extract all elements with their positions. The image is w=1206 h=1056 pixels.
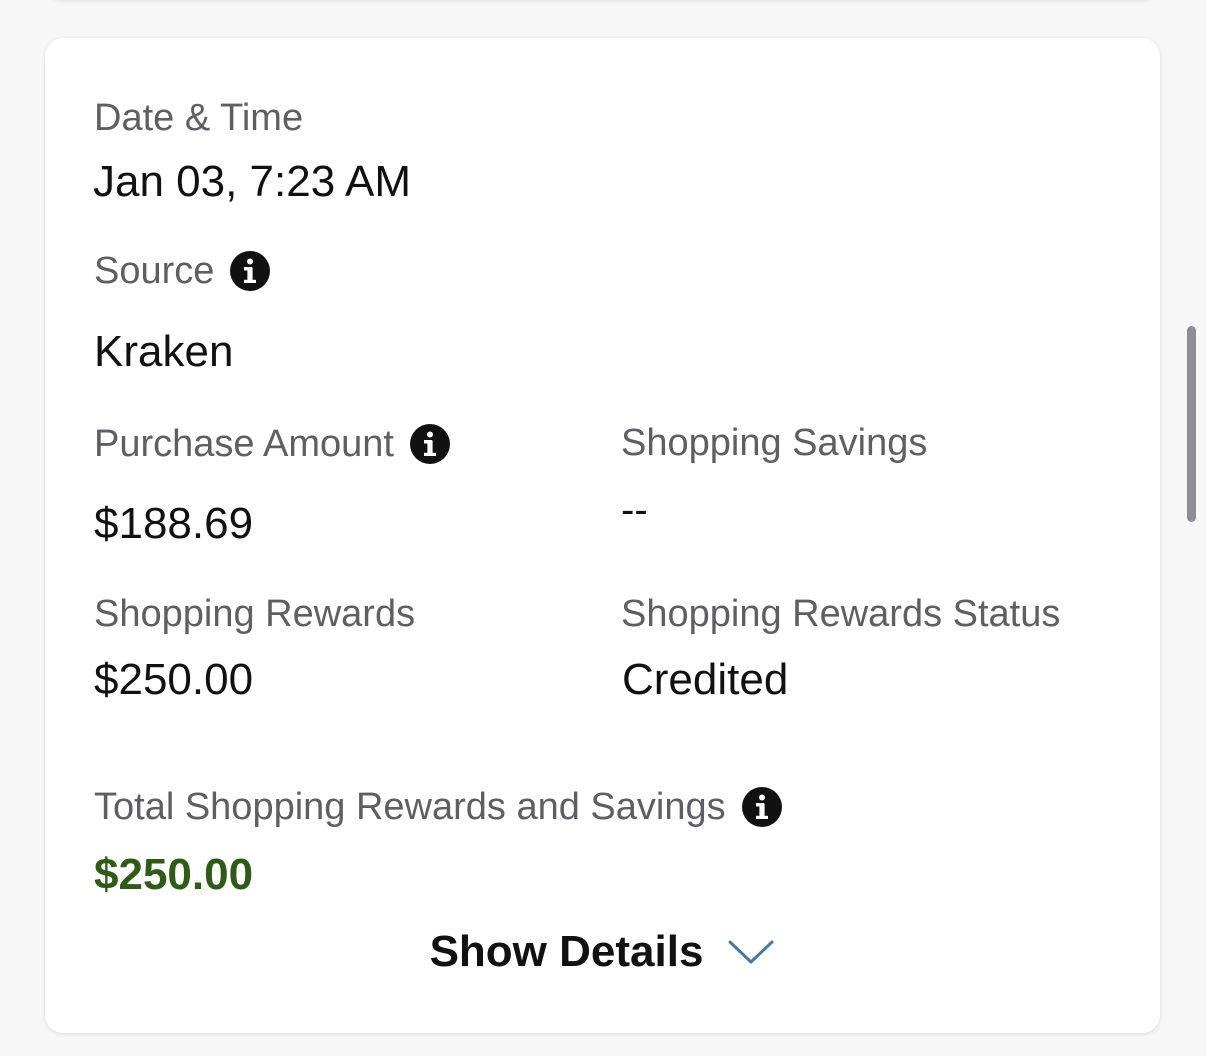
source-label: Source [94, 250, 271, 292]
source-value: Kraken [94, 327, 234, 376]
date-time-label-text: Date & Time [94, 97, 304, 139]
show-details-label: Show Details [429, 927, 704, 976]
shopping-savings-label-text: Shopping Savings [621, 422, 928, 464]
purchase-amount-label: Purchase Amount [94, 424, 450, 464]
date-time-label: Date & Time [94, 99, 303, 137]
rewards-status-value: Credited [622, 655, 789, 704]
source-label-text: Source [94, 250, 215, 292]
shopping-rewards-label: Shopping Rewards [94, 595, 415, 633]
shopping-rewards-value: $250.00 [94, 655, 254, 704]
shopping-savings-value: -- [621, 488, 648, 532]
total-rewards-label: Total Shopping Rewards and Savings [94, 787, 782, 827]
info-icon[interactable] [741, 787, 782, 827]
purchase-amount-value: $188.69 [94, 499, 254, 548]
rewards-status-label: Shopping Rewards Status [621, 595, 1060, 633]
rewards-status-label-text: Shopping Rewards Status [621, 593, 1061, 635]
purchase-amount-label-text: Purchase Amount [94, 423, 394, 465]
shopping-savings-label: Shopping Savings [621, 424, 927, 462]
info-icon[interactable] [409, 424, 450, 464]
total-rewards-value: $250.00 [94, 850, 254, 899]
transaction-details-card: Date & Time Jan 03, 7:23 AM Source Krake… [45, 38, 1160, 1033]
total-rewards-label-text: Total Shopping Rewards and Savings [94, 786, 726, 828]
shopping-rewards-label-text: Shopping Rewards [94, 593, 416, 635]
date-time-value: Jan 03, 7:23 AM [93, 157, 411, 206]
chevron-down-icon [728, 940, 774, 964]
scrollbar[interactable] [1187, 326, 1196, 522]
info-icon[interactable] [230, 251, 271, 291]
show-details-button[interactable]: Show Details [45, 930, 1160, 974]
